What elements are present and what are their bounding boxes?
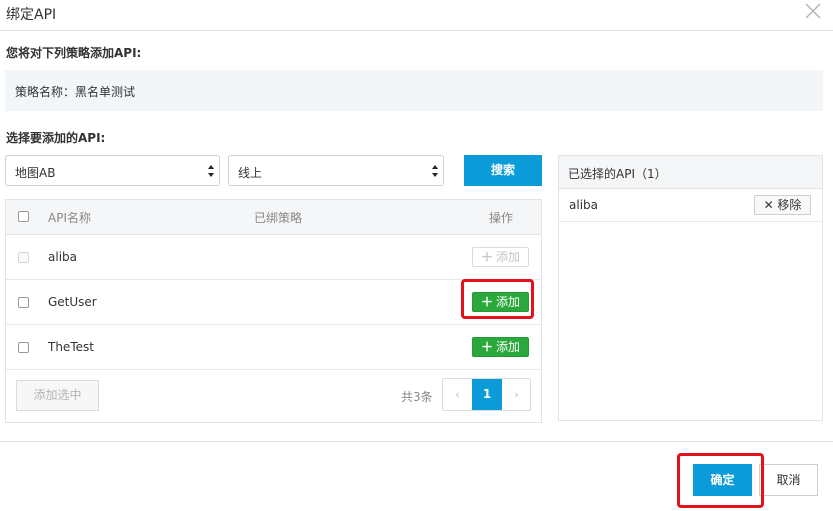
policy-info-box: 策略名称：黑名单测试 (5, 70, 823, 111)
row-checkbox (18, 252, 29, 263)
table-row: TheTest ＋添加 (6, 325, 541, 370)
table-row: aliba ＋添加 (6, 235, 541, 280)
total-count: 共3条 (401, 390, 433, 404)
close-icon[interactable] (801, 0, 825, 24)
plus-icon: ＋ (480, 340, 493, 354)
add-api-button[interactable]: ＋添加 (472, 337, 529, 357)
choose-api-label: 选择要添加的API: (6, 131, 106, 145)
select-arrows-icon (208, 165, 214, 177)
header-api-name: API名称 (48, 211, 91, 225)
selected-panel-header: 已选择的API（1） (559, 156, 822, 189)
table-row: GetUser ＋添加 (6, 280, 541, 325)
add-button-label: 添加 (496, 250, 521, 264)
remove-api-button[interactable]: ✕ 移除 (754, 195, 811, 215)
prev-page-button[interactable]: ‹ (443, 379, 472, 410)
select-all-checkbox[interactable] (18, 211, 29, 222)
header-action: 操作 (489, 211, 514, 225)
selected-api-item: aliba ✕ 移除 (559, 189, 822, 222)
add-button-label: 添加 (496, 295, 521, 309)
intro-label: 您将对下列策略添加API: (6, 46, 142, 60)
header-bound-policy: 已绑策略 (254, 211, 303, 225)
dialog-title: 绑定API (6, 7, 57, 23)
table-header: API名称 已绑策略 操作 (6, 200, 541, 235)
api-name: aliba (48, 250, 77, 264)
selected-panel-title: 已选择的API（1） (568, 167, 667, 181)
footer-divider (0, 441, 833, 442)
policy-name-label: 策略名称：黑名单测试 (15, 85, 136, 99)
plus-icon: ＋ (480, 295, 493, 309)
env-select-value: 线上 (238, 166, 263, 180)
search-button[interactable]: 搜索 (464, 155, 542, 186)
dialog-header: 绑定API (0, 0, 833, 31)
add-api-button: ＋添加 (472, 247, 529, 267)
next-page-button[interactable]: › (502, 379, 531, 410)
pagination: ‹ 1 › (442, 378, 531, 411)
add-selected-button: 添加选中 (16, 380, 99, 411)
select-arrows-icon (432, 165, 438, 177)
env-select[interactable]: 线上 (228, 155, 444, 186)
confirm-button[interactable]: 确定 (693, 464, 752, 496)
selected-api-panel: 已选择的API（1） aliba ✕ 移除 (558, 155, 823, 421)
api-table: API名称 已绑策略 操作 aliba ＋添加 GetUser ＋添加 TheT… (5, 199, 542, 423)
group-select-value: 地图AB (15, 166, 56, 180)
api-name: TheTest (48, 340, 94, 354)
add-button-label: 添加 (496, 340, 521, 354)
group-select[interactable]: 地图AB (5, 155, 220, 186)
cancel-button[interactable]: 取消 (759, 464, 818, 496)
row-checkbox[interactable] (18, 297, 29, 308)
row-checkbox[interactable] (18, 342, 29, 353)
selected-api-name: aliba (569, 198, 598, 212)
table-footer: 添加选中 共3条 ‹ 1 › (6, 370, 541, 422)
page-1-button[interactable]: 1 (472, 379, 502, 410)
add-api-button[interactable]: ＋添加 (472, 292, 529, 312)
api-name: GetUser (48, 295, 97, 309)
plus-icon: ＋ (480, 250, 493, 264)
